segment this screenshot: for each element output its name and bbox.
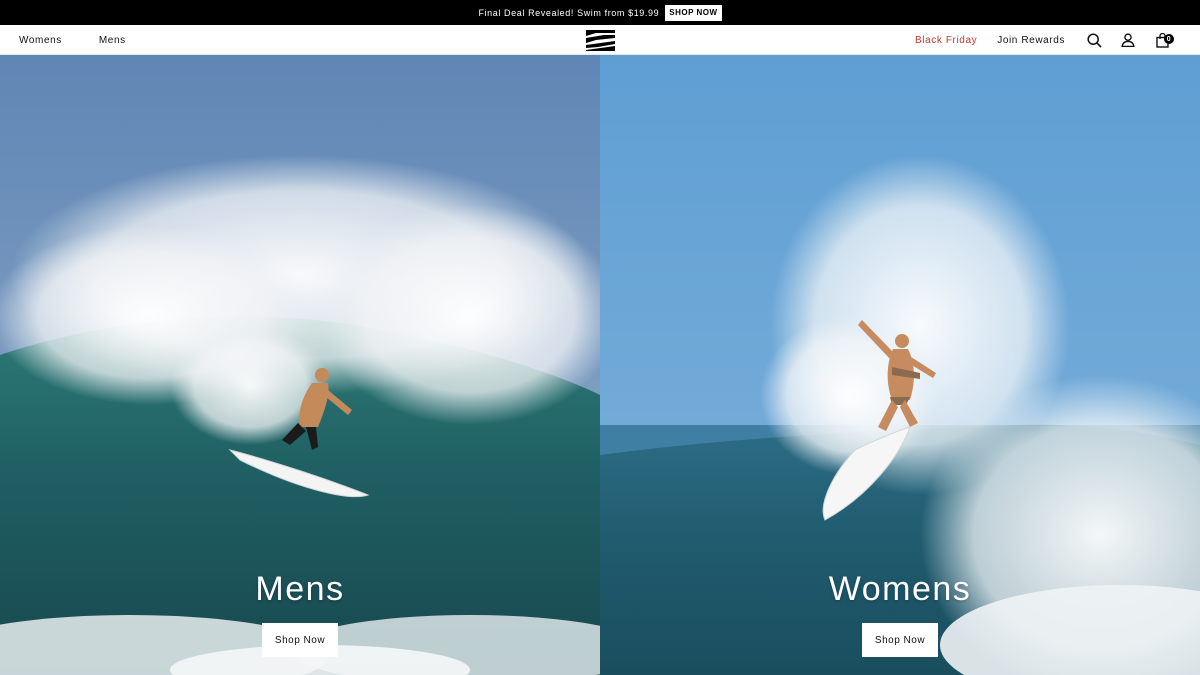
shop-now-mens-button[interactable]: Shop Now xyxy=(262,623,338,657)
main-navigation: Womens Mens Black Friday Join Rewards 0 xyxy=(0,25,1200,55)
hero-panel-mens[interactable]: Mens Shop Now xyxy=(0,55,600,675)
cart-icon[interactable]: 0 xyxy=(1154,32,1174,48)
nav-link-join-rewards[interactable]: Join Rewards xyxy=(997,35,1065,46)
logo-icon[interactable] xyxy=(586,30,615,51)
nav-link-mens[interactable]: Mens xyxy=(99,35,126,46)
hero-panel-womens[interactable]: Womens Shop Now xyxy=(600,55,1200,675)
account-icon[interactable] xyxy=(1120,32,1136,48)
nav-link-womens[interactable]: Womens xyxy=(19,35,62,46)
hero-title-mens: Mens xyxy=(255,570,345,608)
shop-now-womens-button[interactable]: Shop Now xyxy=(862,623,938,657)
announcement-bar: Final Deal Revealed! Swim from $19.99 SH… xyxy=(0,0,1200,25)
hero-title-womens: Womens xyxy=(828,570,972,608)
nav-left-links: Womens Mens xyxy=(19,25,163,55)
cart-count-badge: 0 xyxy=(1164,34,1174,44)
nav-right: Black Friday Join Rewards 0 xyxy=(915,25,1200,55)
search-icon[interactable] xyxy=(1086,32,1102,48)
nav-link-black-friday[interactable]: Black Friday xyxy=(915,35,977,46)
announcement-shop-now-button[interactable]: SHOP NOW xyxy=(665,4,722,21)
announcement-message: Final Deal Revealed! Swim from $19.99 xyxy=(478,7,660,18)
